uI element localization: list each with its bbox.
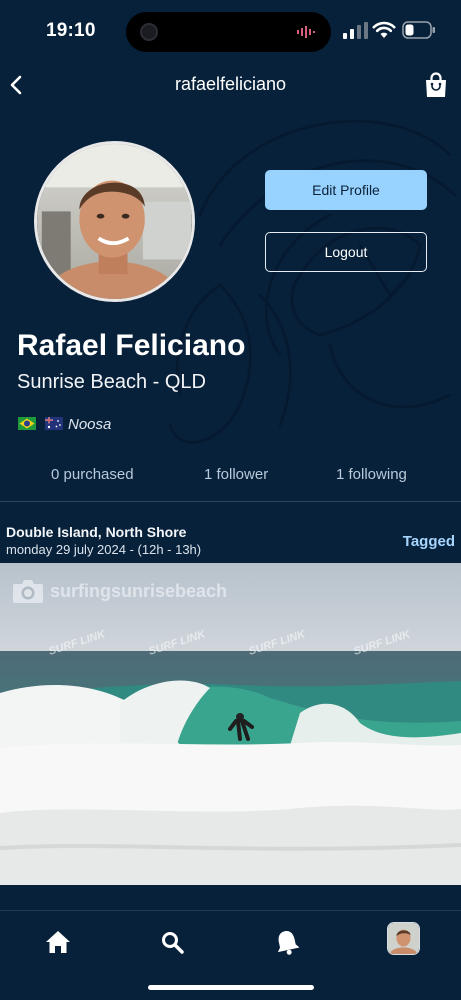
front-camera-icon	[140, 23, 158, 41]
profile-name: Rafael Feliciano	[17, 329, 246, 362]
edit-profile-button[interactable]: Edit Profile	[265, 170, 427, 210]
australia-flag-icon	[45, 417, 63, 430]
home-indicator	[148, 985, 314, 990]
home-icon[interactable]	[43, 927, 73, 957]
signal-icon	[343, 22, 368, 39]
dynamic-island	[126, 12, 331, 52]
profile-stats: 0 purchased 1 follower 1 following	[0, 466, 461, 486]
divider	[0, 501, 461, 502]
wifi-icon	[372, 21, 396, 38]
audio-activity-icon	[297, 26, 315, 38]
photo-credit: surfingsunrisebeach	[12, 578, 227, 604]
post-photo[interactable]: SURF LINK SURF LINK SURF LINK SURF LINK	[0, 563, 461, 885]
profile-avatar[interactable]	[387, 922, 420, 955]
following-count[interactable]: 1 following	[336, 466, 407, 483]
brazil-flag-icon	[18, 417, 36, 430]
page-title: rafaelfeliciano	[174, 74, 287, 94]
app-header: rafaelfeliciano	[0, 62, 461, 108]
post-date: monday 29 july 2024 - (12h - 13h)	[6, 542, 202, 557]
home-spot: Noosa	[68, 416, 112, 433]
followers-count[interactable]: 1 follower	[204, 466, 268, 483]
logout-button[interactable]: Logout	[265, 232, 427, 272]
photo-credit-text: surfingsunrisebeach	[50, 580, 228, 601]
bell-icon[interactable]	[272, 927, 302, 957]
battery-icon	[402, 21, 435, 39]
status-bar: 19:10	[0, 0, 461, 62]
avatar	[34, 141, 195, 302]
camera-icon	[13, 580, 43, 603]
profile-location: Sunrise Beach - QLD	[17, 371, 206, 393]
tagged-badge[interactable]: Tagged	[403, 533, 455, 550]
shopping-bag-icon[interactable]	[423, 71, 449, 99]
surf-watermark-graphic	[168, 119, 457, 444]
search-icon[interactable]	[157, 927, 187, 957]
post-spot-name: Double Island, North Shore	[6, 524, 187, 540]
purchased-count[interactable]: 0 purchased	[51, 466, 134, 483]
status-time: 19:10	[46, 20, 96, 41]
